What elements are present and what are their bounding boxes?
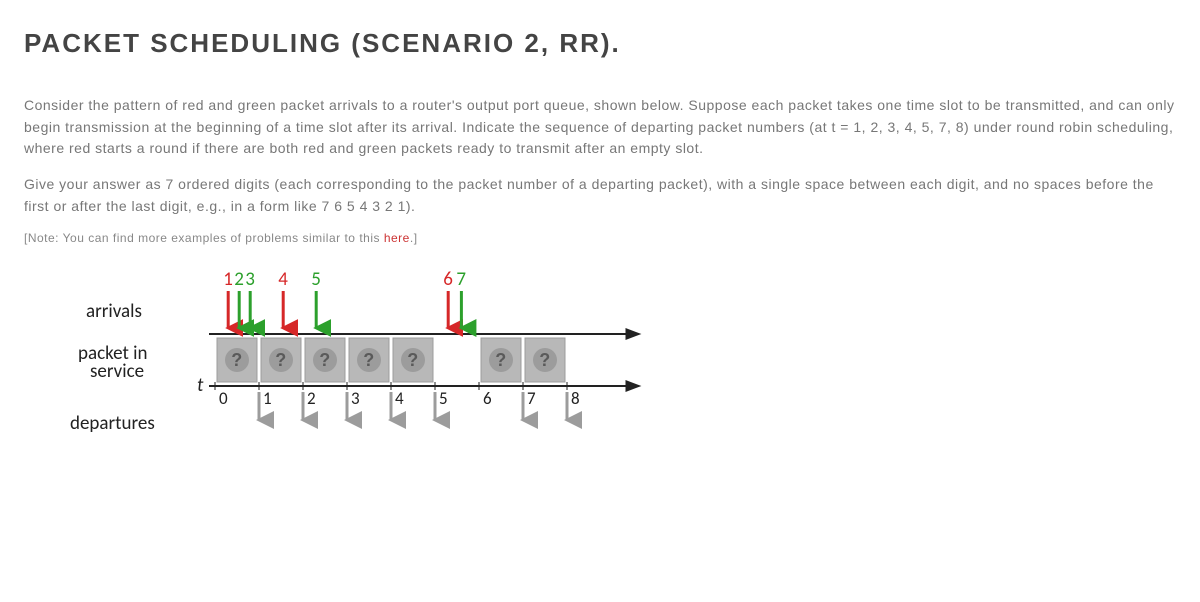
arrival-label-1: 1 [223, 268, 233, 291]
arrival-label-5: 5 [311, 268, 321, 291]
note-prefix: [Note: You can find more examples of pro… [24, 231, 384, 245]
tick-label-4: 4 [395, 388, 404, 409]
arrival-label-7: 7 [456, 268, 466, 291]
note-link[interactable]: here [384, 231, 410, 245]
question-mark-3: ? [319, 350, 331, 370]
tick-label-1: 1 [263, 388, 272, 409]
tick-label-0: 0 [219, 388, 228, 409]
tick-label-8: 8 [571, 388, 580, 409]
label-departures: departures [70, 412, 155, 435]
arrival-label-4: 4 [278, 268, 288, 291]
question-mark-7: ? [495, 350, 507, 370]
arrival-label-3: 3 [245, 268, 255, 291]
tick-label-5: 5 [439, 388, 448, 409]
label-service: service [90, 360, 144, 383]
note-line: [Note: You can find more examples of pro… [24, 231, 1176, 245]
tick-label-7: 7 [527, 388, 536, 409]
tick-label-2: 2 [307, 388, 316, 409]
question-mark-2: ? [275, 350, 287, 370]
arrival-label-2: 2 [234, 268, 244, 291]
label-t: t [197, 374, 204, 397]
problem-paragraph-2: Give your answer as 7 ordered digits (ea… [24, 174, 1176, 217]
scheduling-diagram: arrivalspacket inservicedeparturest12345… [24, 259, 1176, 514]
page-title: PACKET SCHEDULING (SCENARIO 2, RR). [24, 28, 1176, 59]
question-mark-1: ? [231, 350, 243, 370]
question-mark-8: ? [539, 350, 551, 370]
arrival-label-6: 6 [443, 268, 453, 291]
question-mark-5: ? [407, 350, 419, 370]
note-suffix: .] [410, 231, 418, 245]
tick-label-3: 3 [351, 388, 360, 409]
label-arrivals: arrivals [86, 300, 142, 323]
tick-label-6: 6 [483, 388, 492, 409]
question-mark-4: ? [363, 350, 375, 370]
problem-paragraph-1: Consider the pattern of red and green pa… [24, 95, 1176, 160]
